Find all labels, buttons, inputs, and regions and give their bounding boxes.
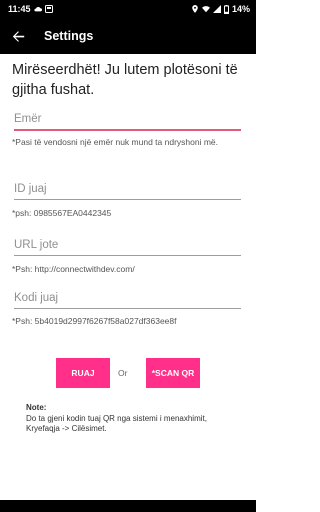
- user-id-field[interactable]: [14, 178, 241, 200]
- welcome-text: Mirëseerdhët! Ju lutem plotësoni të gjit…: [12, 62, 238, 98]
- app-bar: Settings: [0, 18, 256, 54]
- url-hint: *Psh: http://connectwithdev.com/: [12, 264, 135, 274]
- note-body: Do ta gjeni kodin tuaj QR nga sistemi i …: [26, 413, 207, 434]
- signal-icon: [212, 5, 221, 13]
- location-icon: [192, 5, 198, 13]
- save-button[interactable]: RUAJ: [56, 358, 110, 388]
- note-box: Note: Do ta gjeni kodin tuaj QR nga sist…: [26, 403, 236, 435]
- notification-box-icon: [44, 5, 53, 13]
- wifi-icon: [201, 6, 210, 13]
- code-field[interactable]: [14, 287, 241, 309]
- status-time: 11:45: [8, 4, 31, 14]
- name-hint: *Pasi të vendosni një emër nuk mund ta n…: [12, 137, 219, 147]
- cloud-icon: [33, 6, 42, 12]
- code-hint: *Psh: 5b4019d2997f6267f58a027df363ee8f: [12, 316, 177, 326]
- status-bar-left: 11:45: [8, 4, 53, 14]
- note-title: Note:: [26, 403, 47, 412]
- user-id-hint: *psh: 0985567EA0442345: [12, 208, 112, 218]
- navigation-bar: [0, 500, 256, 512]
- battery-level: 14%: [231, 4, 250, 14]
- or-label: Or: [118, 368, 128, 378]
- name-field[interactable]: [14, 109, 241, 131]
- page-title: Settings: [44, 29, 94, 43]
- scan-qr-button[interactable]: *SCAN QR: [146, 358, 200, 388]
- status-bar-right: 14%: [191, 4, 250, 14]
- arrow-back-icon: [12, 30, 24, 42]
- status-bar: 11:45 14%: [0, 0, 256, 18]
- battery-icon: [223, 4, 229, 14]
- url-field[interactable]: [14, 234, 241, 256]
- back-button[interactable]: [0, 18, 36, 54]
